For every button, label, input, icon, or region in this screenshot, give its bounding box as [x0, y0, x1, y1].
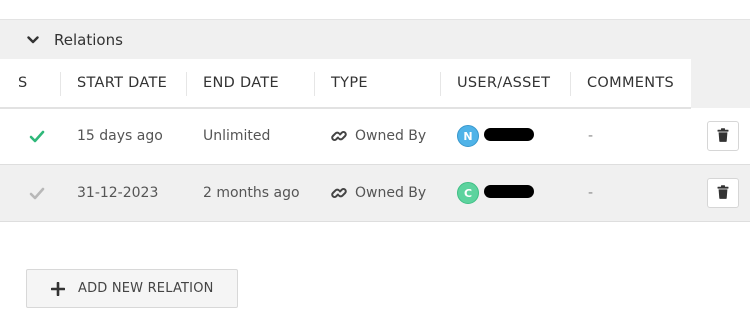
- type-label: Owned By: [355, 128, 427, 144]
- link-icon: [331, 128, 347, 144]
- column-header-user-asset[interactable]: USER/ASSET: [457, 59, 550, 107]
- plus-icon: [51, 281, 65, 296]
- column-divider: [60, 72, 61, 96]
- user-asset-cell[interactable]: N: [457, 108, 534, 164]
- avatar: C: [457, 182, 479, 204]
- comments-cell: -: [588, 128, 594, 144]
- redacted-name: [484, 127, 534, 141]
- column-header-end-date[interactable]: END DATE: [203, 59, 279, 107]
- check-icon: [29, 108, 45, 164]
- trash-icon: [717, 184, 729, 203]
- column-divider: [314, 72, 315, 96]
- column-divider: [440, 72, 441, 96]
- add-new-relation-button[interactable]: ADD NEW RELATION: [26, 269, 238, 308]
- table-row[interactable]: 15 days ago Unlimited Owned By N -: [0, 108, 750, 165]
- end-date-cell: Unlimited: [203, 128, 271, 144]
- user-asset-cell[interactable]: C: [457, 165, 534, 221]
- start-date-cell: 31-12-2023: [77, 185, 159, 201]
- column-divider: [570, 72, 571, 96]
- type-cell: Owned By: [331, 165, 426, 221]
- chevron-down-icon[interactable]: [27, 35, 39, 44]
- section-title: Relations: [54, 30, 123, 49]
- type-label: Owned By: [355, 185, 427, 201]
- comments-cell: -: [588, 185, 594, 201]
- end-date-cell: 2 months ago: [203, 185, 300, 201]
- relations-section-header[interactable]: Relations: [0, 20, 750, 59]
- check-icon: [29, 165, 45, 221]
- column-divider: [186, 72, 187, 96]
- avatar: N: [457, 125, 479, 147]
- link-icon: [331, 185, 347, 201]
- table-row[interactable]: 31-12-2023 2 months ago Owned By C -: [0, 165, 750, 222]
- column-header-comments[interactable]: COMMENTS: [587, 59, 674, 107]
- column-header-start-date[interactable]: START DATE: [77, 59, 167, 107]
- start-date-cell: 15 days ago: [77, 128, 163, 144]
- column-header-status[interactable]: S: [18, 59, 28, 107]
- trash-icon: [717, 127, 729, 146]
- delete-button[interactable]: [707, 178, 739, 208]
- type-cell: Owned By: [331, 108, 426, 164]
- table-header: S START DATE END DATE TYPE USER/ASSET CO…: [0, 59, 750, 109]
- redacted-name: [484, 184, 534, 198]
- add-new-relation-label: ADD NEW RELATION: [78, 281, 214, 296]
- column-header-type[interactable]: TYPE: [331, 59, 368, 107]
- delete-button[interactable]: [707, 121, 739, 151]
